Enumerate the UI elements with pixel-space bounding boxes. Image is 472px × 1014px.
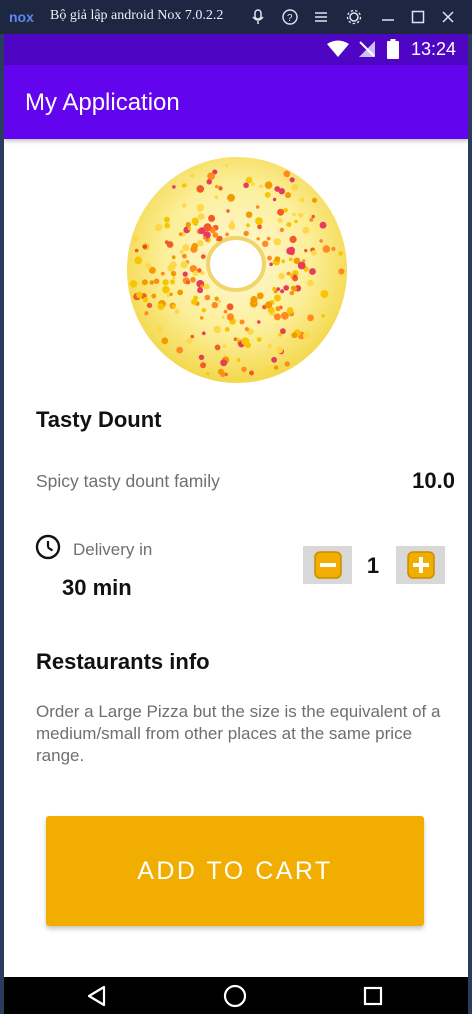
wifi-icon (327, 40, 349, 57)
restaurants-info-text: Order a Large Pizza but the size is the … (36, 702, 441, 765)
plus-icon (406, 551, 435, 579)
clock-icon (35, 534, 61, 560)
no-signal-icon (359, 41, 375, 57)
settings-icon[interactable] (344, 7, 364, 27)
increase-quantity-button[interactable] (396, 546, 445, 584)
status-bar: 13:24 (4, 34, 468, 65)
status-time: 13:24 (410, 39, 456, 59)
emulator-title-bar: nox Bộ giả lập android Nox 7.0.2.2 ? (0, 0, 472, 34)
minimize-icon[interactable] (378, 7, 398, 27)
help-icon[interactable]: ? (280, 7, 300, 27)
app-title: My Application (25, 89, 180, 116)
recents-icon[interactable] (358, 981, 388, 1011)
svg-text:?: ? (287, 13, 293, 24)
maximize-icon[interactable] (408, 7, 428, 27)
delivery-label: Delivery in (73, 540, 153, 559)
minus-icon (313, 551, 342, 579)
app-bar: My Application (4, 65, 468, 139)
phone-screen: 13:24 My Application Tasty Dount Spicy t… (4, 34, 468, 1014)
close-icon[interactable] (438, 7, 458, 27)
menu-icon[interactable] (311, 7, 331, 27)
emulator-right-edge (468, 34, 472, 1014)
back-icon[interactable] (82, 981, 112, 1011)
product-name: Tasty Dount (36, 407, 162, 432)
quantity-value: 1 (366, 553, 380, 578)
add-to-cart-button[interactable]: ADD TO CART (46, 816, 424, 926)
emulator-title: Bộ giả lập android Nox 7.0.2.2 (50, 8, 224, 23)
navigation-bar (4, 977, 468, 1014)
product-description: Spicy tasty dount family (36, 471, 220, 491)
mic-icon[interactable] (248, 7, 268, 27)
home-icon[interactable] (220, 981, 250, 1011)
battery-icon (387, 39, 399, 59)
delivery-time: 30 min (62, 575, 132, 600)
svg-text:nox: nox (9, 9, 34, 25)
restaurants-info-title: Restaurants info (36, 649, 210, 674)
donut-image (127, 157, 347, 383)
decrease-quantity-button[interactable] (303, 546, 352, 584)
product-price: 10.0 (412, 468, 455, 493)
nox-logo: nox (9, 9, 34, 25)
